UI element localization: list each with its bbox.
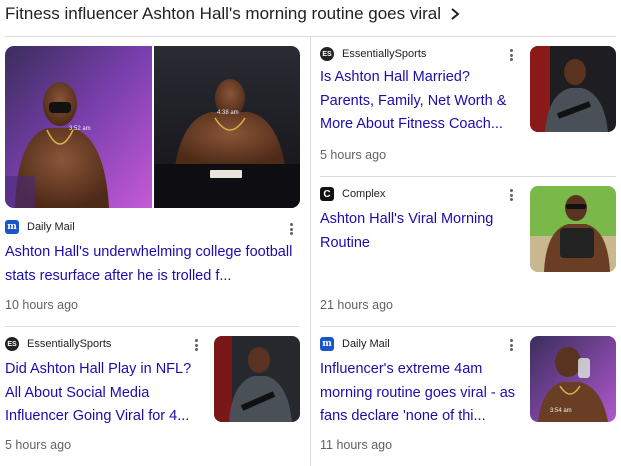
more-options-icon[interactable] xyxy=(191,338,201,352)
more-options-icon[interactable] xyxy=(506,188,516,202)
source-name: Complex xyxy=(342,188,386,200)
article-time: 5 hours ago xyxy=(320,148,387,162)
article-source: m Daily Mail xyxy=(320,336,390,352)
article-thumbnail[interactable] xyxy=(214,336,300,422)
article-card[interactable]: ES EssentiallySports Did Ashton Hall Pla… xyxy=(5,326,301,466)
article-headline[interactable]: Is Ashton Hall Married? Parents, Family,… xyxy=(320,66,516,137)
article-photo xyxy=(530,46,616,132)
source-name: Daily Mail xyxy=(27,221,75,233)
article-thumbnail[interactable]: 3:54 am xyxy=(530,336,616,422)
article-card[interactable]: ES EssentiallySports Is Ashton Hall Marr… xyxy=(320,36,616,176)
more-options-icon[interactable] xyxy=(286,222,296,236)
article-time: 10 hours ago xyxy=(5,298,78,312)
article-source: ES EssentiallySports xyxy=(320,46,426,62)
article-thumbnail[interactable] xyxy=(530,186,616,272)
image-timestamp: 4:38 am xyxy=(217,110,239,116)
featured-photo-collage xyxy=(5,46,300,208)
article-headline[interactable]: Did Ashton Hall Play in NFL? All About S… xyxy=(5,358,201,429)
daily-mail-logo-icon: m xyxy=(5,220,19,234)
divider xyxy=(310,326,311,466)
story-header[interactable]: Fitness influencer Ashton Hall's morning… xyxy=(5,0,461,28)
chevron-right-icon xyxy=(451,8,460,20)
article-time: 11 hours ago xyxy=(320,438,393,452)
article-card[interactable]: C Complex Ashton Hall's Viral Morning Ro… xyxy=(320,176,616,326)
article-headline[interactable]: Ashton Hall's Viral Morning Routine xyxy=(320,208,516,255)
image-timestamp: 3:52 am xyxy=(69,126,91,132)
article-card[interactable]: m Daily Mail Influencer's extreme 4am mo… xyxy=(320,326,616,466)
featured-image[interactable]: 3:52 am 4:38 am xyxy=(5,46,300,208)
essentiallysports-logo-icon: ES xyxy=(5,337,19,351)
article-source: ES EssentiallySports xyxy=(5,336,111,352)
article-time: 5 hours ago xyxy=(5,438,72,452)
article-photo xyxy=(530,336,616,422)
source-name: EssentiallySports xyxy=(342,48,427,60)
essentiallysports-logo-icon: ES xyxy=(320,47,334,61)
article-photo xyxy=(214,336,300,422)
featured-article-card[interactable]: 3:52 am 4:38 am m Daily Mail Ashton Hall… xyxy=(5,36,301,326)
more-options-icon[interactable] xyxy=(506,338,516,352)
article-headline[interactable]: Influencer's extreme 4am morning routine… xyxy=(320,358,516,429)
article-source: m Daily Mail xyxy=(5,219,75,235)
article-source: C Complex xyxy=(320,186,385,202)
article-time: 21 hours ago xyxy=(320,298,393,312)
more-options-icon[interactable] xyxy=(506,48,516,62)
source-name: EssentiallySports xyxy=(27,338,112,350)
article-headline[interactable]: Ashton Hall's underwhelming college foot… xyxy=(5,241,297,288)
article-thumbnail[interactable] xyxy=(530,46,616,132)
complex-logo-icon: C xyxy=(320,187,334,201)
daily-mail-logo-icon: m xyxy=(320,337,334,351)
divider xyxy=(310,36,311,326)
story-title: Fitness influencer Ashton Hall's morning… xyxy=(5,4,442,23)
article-photo xyxy=(530,186,616,272)
source-name: Daily Mail xyxy=(342,338,390,350)
image-timestamp: 3:54 am xyxy=(550,408,572,414)
